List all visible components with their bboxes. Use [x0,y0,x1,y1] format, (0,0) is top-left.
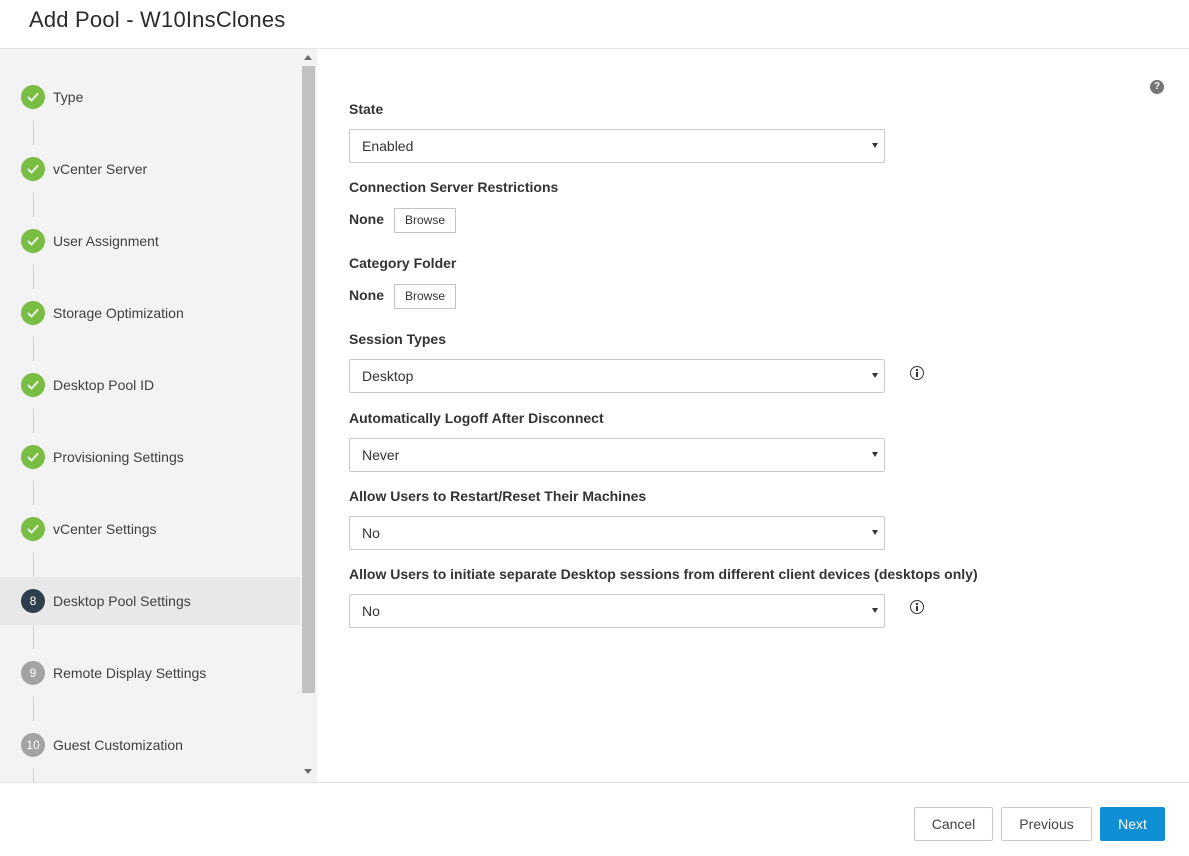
wizard-step-remote-display-settings[interactable]: 9 Remote Display Settings [0,649,300,697]
category-folder-browse-button[interactable]: Browse [394,284,456,309]
step-label: Provisioning Settings [53,449,184,465]
next-button[interactable]: Next [1100,807,1165,841]
step-label: Remote Display Settings [53,665,207,681]
check-icon [21,229,45,253]
check-icon [21,157,45,181]
step-connector [33,193,34,217]
allow-restart-label: Allow Users to Restart/Reset Their Machi… [349,488,647,504]
select-value: Enabled [362,138,414,154]
step-number-badge: 10 [21,733,45,757]
footer-divider [0,782,1189,783]
wizard-step-provisioning-settings[interactable]: Provisioning Settings [0,433,300,481]
session-types-info-icon[interactable] [910,366,924,380]
scroll-up-arrow-icon[interactable] [304,55,312,60]
step-connector [33,409,34,433]
wizard-sidebar: Type vCenter Server User Assignment Stor… [0,49,317,782]
step-label: Type [53,89,84,105]
step-connector [33,553,34,577]
step-label: Desktop Pool ID [53,377,155,393]
step-connector [33,769,34,782]
wizard-step-desktop-pool-settings[interactable]: 8 Desktop Pool Settings [0,577,300,625]
cancel-button[interactable]: Cancel [914,807,993,841]
check-icon [21,301,45,325]
check-icon [21,373,45,397]
category-folder-label: Category Folder [349,255,457,271]
step-connector [33,697,34,721]
step-label: User Assignment [53,233,159,249]
caret-down-icon [872,143,878,148]
category-folder-value: None [349,287,384,303]
state-select[interactable]: Enabled [349,129,885,163]
wizard-step-vcenter-settings[interactable]: vCenter Settings [0,505,300,553]
help-icon[interactable]: ? [1150,80,1164,94]
allow-restart-select[interactable]: No [349,516,885,550]
step-connector [33,121,34,145]
step-connector [33,481,34,505]
session-types-select[interactable]: Desktop [349,359,885,393]
previous-button[interactable]: Previous [1001,807,1092,841]
step-connector [33,625,34,649]
connection-server-restrictions-value: None [349,211,384,227]
step-connector [33,265,34,289]
select-value: Never [362,447,400,463]
wizard-step-guest-customization[interactable]: 10 Guest Customization [0,721,300,769]
select-value: No [362,525,380,541]
scrollbar-thumb[interactable] [302,66,315,693]
auto-logoff-select[interactable]: Never [349,438,885,472]
wizard-step-storage-optimization[interactable]: Storage Optimization [0,289,300,337]
separate-sessions-info-icon[interactable] [910,600,924,614]
select-value: Desktop [362,368,414,384]
wizard-step-type[interactable]: Type [0,73,300,121]
caret-down-icon [872,608,878,613]
step-label: Guest Customization [53,737,183,753]
step-label: vCenter Settings [53,521,157,537]
dialog-title: Add Pool - W10InsClones [29,7,286,32]
caret-down-icon [872,373,878,378]
allow-separate-sessions-select[interactable]: No [349,594,885,628]
step-number-badge: 8 [21,589,45,613]
check-icon [21,517,45,541]
step-connector [33,337,34,361]
session-types-label: Session Types [349,331,447,347]
wizard-step-desktop-pool-id[interactable]: Desktop Pool ID [0,361,300,409]
connection-server-browse-button[interactable]: Browse [394,208,456,233]
allow-separate-sessions-label: Allow Users to initiate separate Desktop… [349,566,978,582]
caret-down-icon [872,530,878,535]
auto-logoff-label: Automatically Logoff After Disconnect [349,410,604,426]
state-label: State [349,101,384,117]
wizard-step-user-assignment[interactable]: User Assignment [0,217,300,265]
check-icon [21,85,45,109]
step-label: vCenter Server [53,161,148,177]
select-value: No [362,603,380,619]
scroll-down-arrow-icon[interactable] [304,769,312,774]
wizard-step-vcenter-server[interactable]: vCenter Server [0,145,300,193]
check-icon [21,445,45,469]
connection-server-restrictions-label: Connection Server Restrictions [349,179,559,195]
step-number-badge: 9 [21,661,45,685]
step-label: Storage Optimization [53,305,184,321]
step-label: Desktop Pool Settings [53,593,191,609]
caret-down-icon [872,452,878,457]
